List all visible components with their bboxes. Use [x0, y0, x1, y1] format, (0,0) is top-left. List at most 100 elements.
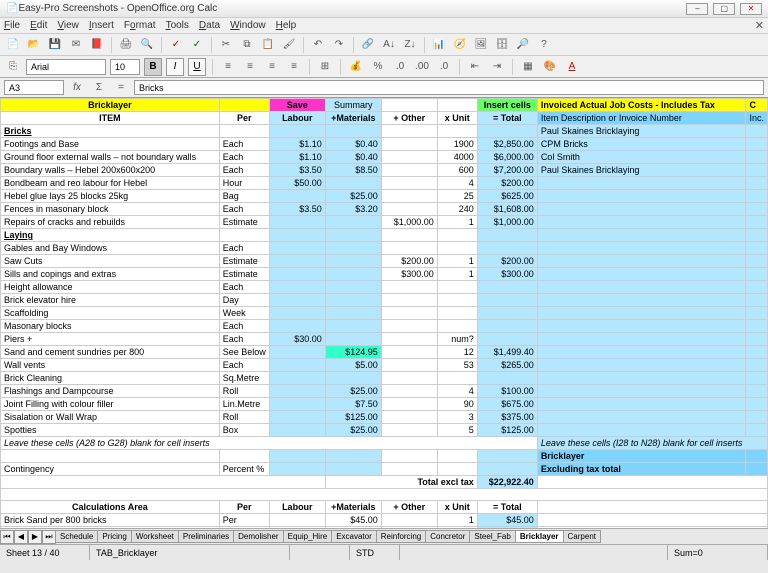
cell[interactable]: Brick Sand per 800 bricks: [1, 514, 220, 527]
cell[interactable]: 25: [437, 190, 477, 203]
dec-decimal-icon[interactable]: .0: [435, 58, 453, 76]
sheet-tab-excavator[interactable]: Excavator: [331, 530, 377, 543]
cell[interactable]: Gables and Bay Windows: [1, 242, 220, 255]
menu-view[interactable]: View: [57, 20, 79, 31]
cell[interactable]: $1,000.00: [381, 216, 437, 229]
cell[interactable]: [269, 385, 325, 398]
cell[interactable]: [381, 242, 437, 255]
cell[interactable]: Sills and copings and extras: [1, 268, 220, 281]
cell[interactable]: Item Description or Invoice Number: [537, 112, 746, 125]
format-paint-icon[interactable]: 🖌: [280, 36, 298, 54]
font-name-combo[interactable]: Arial: [26, 59, 106, 75]
cell[interactable]: [746, 411, 768, 424]
cell[interactable]: Insert cells: [477, 99, 537, 112]
menu-tools[interactable]: Tools: [166, 20, 189, 31]
cell[interactable]: [269, 216, 325, 229]
new-icon[interactable]: 📄: [4, 36, 22, 54]
cell[interactable]: Bricklayer: [537, 450, 746, 463]
cell[interactable]: [537, 359, 746, 372]
cell[interactable]: [269, 359, 325, 372]
cell[interactable]: [325, 450, 381, 463]
cell[interactable]: x Unit: [437, 501, 477, 514]
cell[interactable]: [437, 372, 477, 385]
cell[interactable]: [437, 125, 477, 138]
cell[interactable]: [477, 229, 537, 242]
cell[interactable]: [746, 359, 768, 372]
cell[interactable]: 1900: [437, 138, 477, 151]
cell[interactable]: [537, 268, 746, 281]
bold-button[interactable]: B: [144, 58, 162, 76]
cell[interactable]: [537, 255, 746, 268]
cell[interactable]: $675.00: [477, 398, 537, 411]
cell[interactable]: 12: [437, 346, 477, 359]
cell[interactable]: [537, 281, 746, 294]
cell[interactable]: [269, 346, 325, 359]
cell[interactable]: See Below: [219, 346, 269, 359]
sort-desc-icon[interactable]: Z↓: [401, 36, 419, 54]
cell[interactable]: 3: [437, 411, 477, 424]
tab-last-icon[interactable]: ⏭: [42, 530, 56, 544]
cell[interactable]: [269, 281, 325, 294]
cell[interactable]: +Materials: [325, 501, 381, 514]
cell[interactable]: [1, 476, 326, 489]
cell[interactable]: [746, 242, 768, 255]
cell[interactable]: [746, 333, 768, 346]
cell[interactable]: $100.00: [477, 385, 537, 398]
cell[interactable]: [325, 242, 381, 255]
cell[interactable]: CPM Bricks: [537, 138, 746, 151]
cell[interactable]: Excluding tax total: [537, 463, 746, 476]
cell[interactable]: [269, 268, 325, 281]
cell[interactable]: [269, 229, 325, 242]
cell[interactable]: [746, 203, 768, 216]
sheet-tab-steel_fab[interactable]: Steel_Fab: [469, 530, 515, 543]
sheet-tab-demolisher[interactable]: Demolisher: [233, 530, 283, 543]
inc-decimal-icon[interactable]: .00: [413, 58, 431, 76]
paste-icon[interactable]: 📋: [259, 36, 277, 54]
inner-close-button[interactable]: ✕: [755, 19, 764, 32]
sheet-tab-preliminaries[interactable]: Preliminaries: [178, 530, 234, 543]
cell[interactable]: [746, 138, 768, 151]
preview-icon[interactable]: 🔍: [138, 36, 156, 54]
cell[interactable]: Spotties: [1, 424, 220, 437]
datasource-icon[interactable]: 🗄: [493, 36, 511, 54]
cell[interactable]: [381, 138, 437, 151]
cell[interactable]: Bondbeam and reo labour for Hebel: [1, 177, 220, 190]
cell[interactable]: $45.00: [325, 514, 381, 527]
cell[interactable]: Roll: [219, 411, 269, 424]
cell[interactable]: $1.10: [269, 138, 325, 151]
cell[interactable]: ITEM: [1, 112, 220, 125]
cell[interactable]: $8.50: [325, 164, 381, 177]
cell[interactable]: Footings and Base: [1, 138, 220, 151]
cell[interactable]: [746, 177, 768, 190]
cell[interactable]: [381, 346, 437, 359]
cell[interactable]: [537, 372, 746, 385]
cell[interactable]: Masonary blocks: [1, 320, 220, 333]
sheet-tab-schedule[interactable]: Schedule: [56, 530, 98, 543]
cell[interactable]: [437, 281, 477, 294]
cell[interactable]: + Other: [381, 112, 437, 125]
cell[interactable]: [537, 216, 746, 229]
cell[interactable]: Day: [219, 294, 269, 307]
bg-color-icon[interactable]: 🎨: [541, 58, 559, 76]
cell[interactable]: [537, 411, 746, 424]
cell[interactable]: Each: [219, 281, 269, 294]
cell[interactable]: $125.00: [325, 411, 381, 424]
cell[interactable]: [381, 229, 437, 242]
cell[interactable]: 600: [437, 164, 477, 177]
cell[interactable]: [477, 281, 537, 294]
cell[interactable]: [269, 320, 325, 333]
cell[interactable]: [325, 229, 381, 242]
copy-icon[interactable]: ⧉: [238, 36, 256, 54]
cell[interactable]: [437, 242, 477, 255]
cell[interactable]: Each: [219, 203, 269, 216]
cell[interactable]: [269, 372, 325, 385]
merge-icon[interactable]: ⊞: [316, 58, 334, 76]
cell[interactable]: [437, 450, 477, 463]
cell[interactable]: x Unit: [437, 112, 477, 125]
cell[interactable]: [537, 307, 746, 320]
cell[interactable]: $375.00: [477, 411, 537, 424]
cell[interactable]: [477, 242, 537, 255]
cell[interactable]: [746, 346, 768, 359]
cell[interactable]: [477, 125, 537, 138]
cell[interactable]: Sand and cement sundries per 800: [1, 346, 220, 359]
